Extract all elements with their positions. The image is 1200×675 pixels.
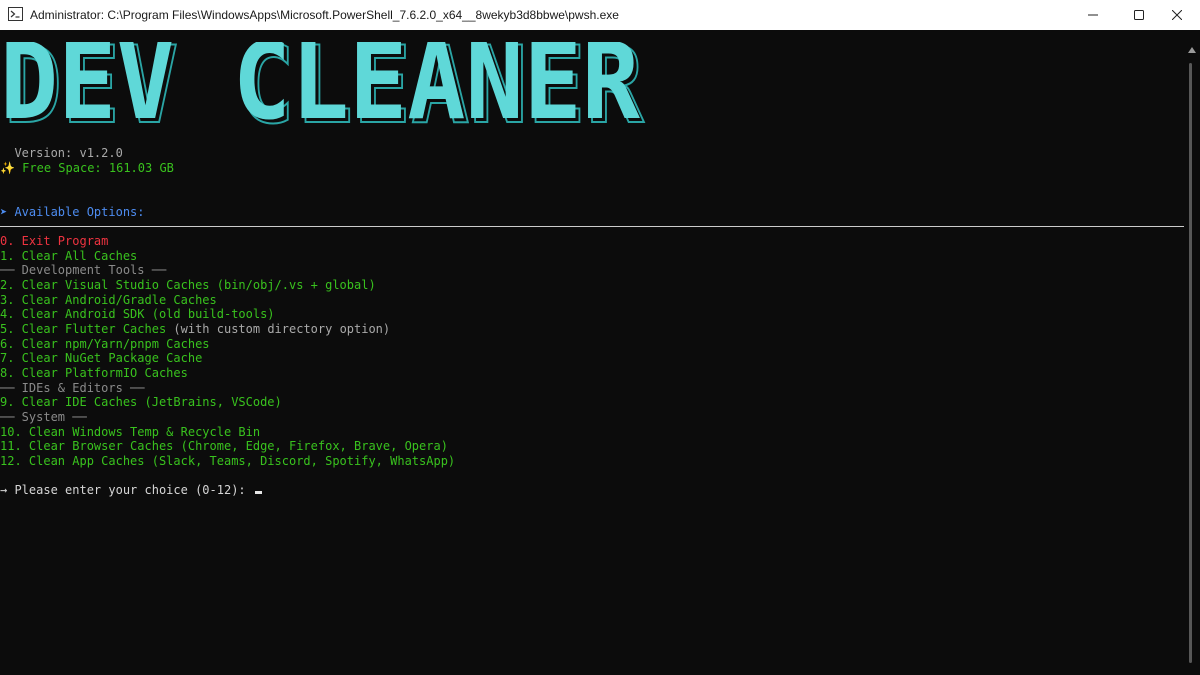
prompt-line[interactable]: → Please enter your choice (0-12): — [0, 483, 262, 498]
options-header: ➤ Available Options: — [0, 205, 145, 220]
maximize-icon — [1134, 10, 1144, 20]
menu-option: 5. Clear Flutter Caches (with custom dir… — [0, 322, 390, 337]
section-header: ── Development Tools ── — [0, 263, 166, 278]
free-space-text: Free Space: 161.03 GB — [14, 161, 174, 175]
option-text: 0. Exit Program — [0, 234, 109, 248]
section-header: ── System ── — [0, 410, 87, 425]
menu-option: 11. Clear Browser Caches (Chrome, Edge, … — [0, 439, 448, 454]
option-note: (with custom directory option) — [166, 322, 391, 337]
option-text: ── Development Tools ── — [0, 263, 167, 278]
sparkles-icon: ✨ — [0, 161, 15, 175]
menu-option: 4. Clear Android SDK (old build-tools) — [0, 307, 275, 322]
option-text: 11. Clear Browser Caches (Chrome, Edge, … — [0, 439, 448, 454]
close-icon — [1172, 10, 1182, 20]
option-text: 6. Clear npm/Yarn/pnpm Caches — [0, 336, 210, 351]
version-line: Version: v1.2.0 — [0, 146, 123, 160]
option-text: 8. Clear PlatformIO Caches — [0, 366, 188, 381]
menu-option: 0. Exit Program — [0, 234, 108, 249]
window-title: Administrator: C:\Program Files\WindowsA… — [30, 8, 619, 22]
menu-option: 9. Clear IDE Caches (JetBrains, VSCode) — [0, 395, 282, 410]
powershell-icon — [8, 7, 23, 21]
text-cursor — [254, 491, 262, 494]
option-text: 3. Clear Android/Gradle Caches — [0, 292, 217, 307]
option-text: ── IDEs & Editors ── — [0, 380, 145, 395]
terminal-window: Administrator: C:\Program Files\WindowsA… — [0, 0, 1200, 675]
option-text: 9. Clear IDE Caches (JetBrains, VSCode) — [0, 395, 282, 410]
vertical-scrollbar[interactable] — [1184, 30, 1200, 675]
title-bar[interactable]: Administrator: C:\Program Files\WindowsA… — [0, 0, 1200, 30]
option-text: 7. Clear NuGet Package Cache — [0, 351, 203, 366]
minimize-button[interactable] — [1070, 0, 1116, 30]
menu-option: 6. Clear npm/Yarn/pnpm Caches — [0, 337, 210, 352]
scrollbar-thumb[interactable] — [1189, 63, 1192, 663]
scroll-up-arrow-icon[interactable] — [1187, 45, 1197, 55]
menu-option: 1. Clear All Caches — [0, 249, 137, 264]
ascii-banner: DEV CLEANER DEV CLEANER — [0, 42, 645, 128]
minimize-icon — [1088, 14, 1098, 16]
prompt-text: → Please enter your choice (0-12): — [0, 483, 253, 497]
menu-option: 10. Clean Windows Temp & Recycle Bin — [0, 425, 260, 440]
option-text: 2. Clear Visual Studio Caches (bin/obj/.… — [0, 278, 376, 292]
option-text: 4. Clear Android SDK (old build-tools) — [0, 307, 275, 322]
menu-option: 12. Clean App Caches (Slack, Teams, Disc… — [0, 454, 455, 469]
option-text: ── System ── — [0, 410, 87, 425]
menu-option: 2. Clear Visual Studio Caches (bin/obj/.… — [0, 278, 376, 293]
menu-option: 3. Clear Android/Gradle Caches — [0, 293, 217, 308]
free-space-line: ✨ Free Space: 161.03 GB — [0, 161, 174, 176]
menu-option: 7. Clear NuGet Package Cache — [0, 351, 202, 366]
close-button[interactable] — [1154, 0, 1200, 30]
section-header: ── IDEs & Editors ── — [0, 381, 145, 396]
divider — [0, 226, 1184, 227]
banner-title: DEV CLEANER — [0, 42, 640, 128]
menu-option: 8. Clear PlatformIO Caches — [0, 366, 188, 381]
option-text: 1. Clear All Caches — [0, 248, 138, 263]
option-text: 5. Clear Flutter Caches — [0, 322, 167, 337]
option-text: 12. Clean App Caches (Slack, Teams, Disc… — [0, 454, 456, 469]
option-text: 10. Clean Windows Temp & Recycle Bin — [0, 424, 261, 439]
options-header-label: Available Options: — [7, 205, 145, 219]
